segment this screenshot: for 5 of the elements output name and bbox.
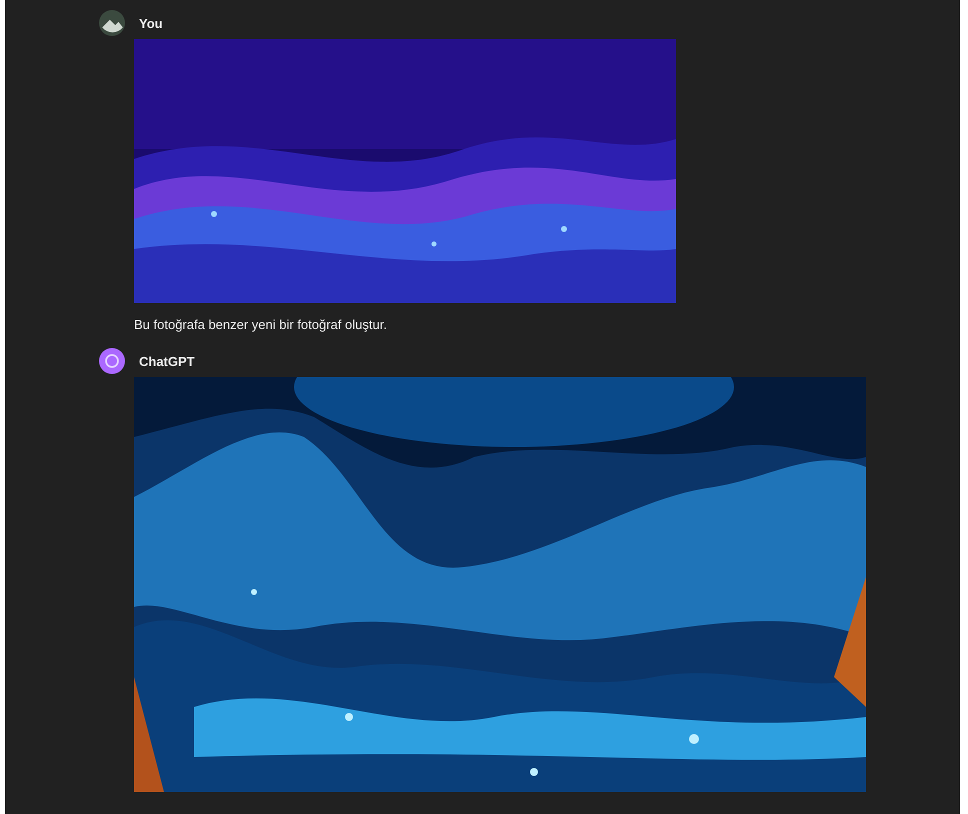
author-name: You	[139, 16, 163, 30]
author-name: ChatGPT	[139, 354, 195, 368]
assistant-avatar	[99, 348, 125, 374]
user-avatar	[99, 10, 125, 36]
message-text: Bu fotoğrafa benzer yeni bir fotoğraf oluştur.	[134, 317, 388, 332]
